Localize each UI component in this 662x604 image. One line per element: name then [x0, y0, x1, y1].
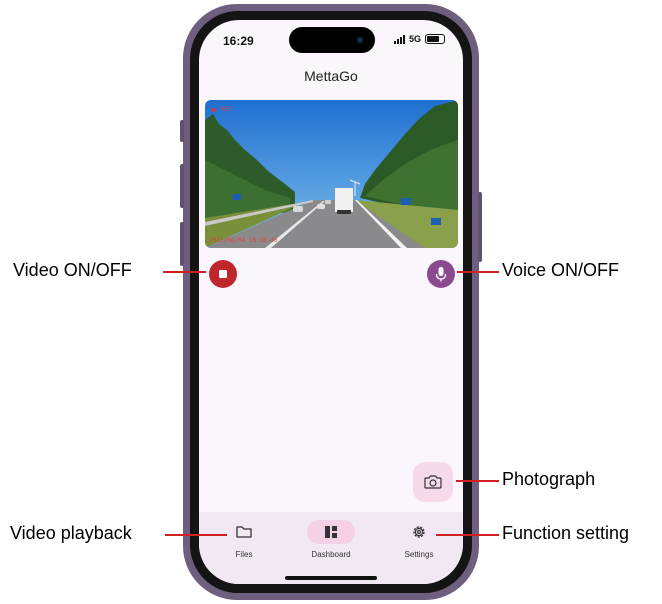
live-video-view[interactable]: REC 2023/08/04 16:28:46 [205, 100, 458, 248]
signal-icon [393, 34, 405, 44]
action-button [180, 120, 184, 142]
nav-item-settings[interactable]: Settings [384, 512, 454, 562]
dashboard-icon [325, 526, 337, 538]
leader-line-photograph [456, 480, 499, 482]
callout-photograph: Photograph [502, 469, 596, 489]
camera-icon [424, 475, 442, 489]
gear-icon [413, 526, 425, 538]
nav-item-dashboard[interactable]: Dashboard [296, 512, 366, 562]
bottom-navigation: Files Dashboard Settings [199, 512, 463, 584]
road-video-image [205, 100, 458, 248]
volume-down-button [180, 222, 184, 266]
video-timestamp: 2023/08/04 16:28:46 [209, 237, 278, 244]
callout-video-onoff: Video ON/OFF [13, 260, 132, 280]
network-type: 5G [408, 34, 421, 44]
battery-icon [425, 34, 445, 44]
phone-screen: 16:29 5G MettaGo REC 2023/08/04 16:28:46… [199, 20, 463, 584]
home-indicator [285, 576, 377, 580]
rec-label: REC [221, 106, 232, 113]
voice-toggle-button[interactable] [427, 260, 455, 288]
video-toggle-button[interactable] [209, 260, 237, 288]
stop-square-icon [219, 270, 227, 278]
volume-up-button [180, 164, 184, 208]
rec-indicator-icon [212, 108, 216, 112]
nav-label-files: Files [235, 550, 253, 559]
dynamic-island [289, 27, 375, 53]
leader-line-settings [436, 534, 499, 536]
callout-function-setting: Function setting [502, 523, 630, 543]
status-time: 16:29 [223, 34, 254, 48]
leader-line-video [163, 271, 206, 273]
nav-label-settings: Settings [404, 550, 434, 559]
leader-line-voice [457, 271, 499, 273]
app-title: MettaGo [304, 68, 358, 84]
leader-line-playback [165, 534, 227, 536]
power-button [478, 192, 482, 262]
callout-voice-onoff: Voice ON/OFF [502, 260, 620, 280]
nav-item-files[interactable]: Files [209, 512, 279, 562]
callout-video-playback: Video playback [10, 523, 132, 543]
microphone-icon [435, 267, 447, 282]
status-indicators: 5G [393, 34, 445, 44]
nav-label-dashboard: Dashboard [311, 550, 351, 559]
photograph-button[interactable] [413, 462, 453, 502]
folder-icon [236, 526, 252, 538]
camera-lens [357, 37, 363, 43]
